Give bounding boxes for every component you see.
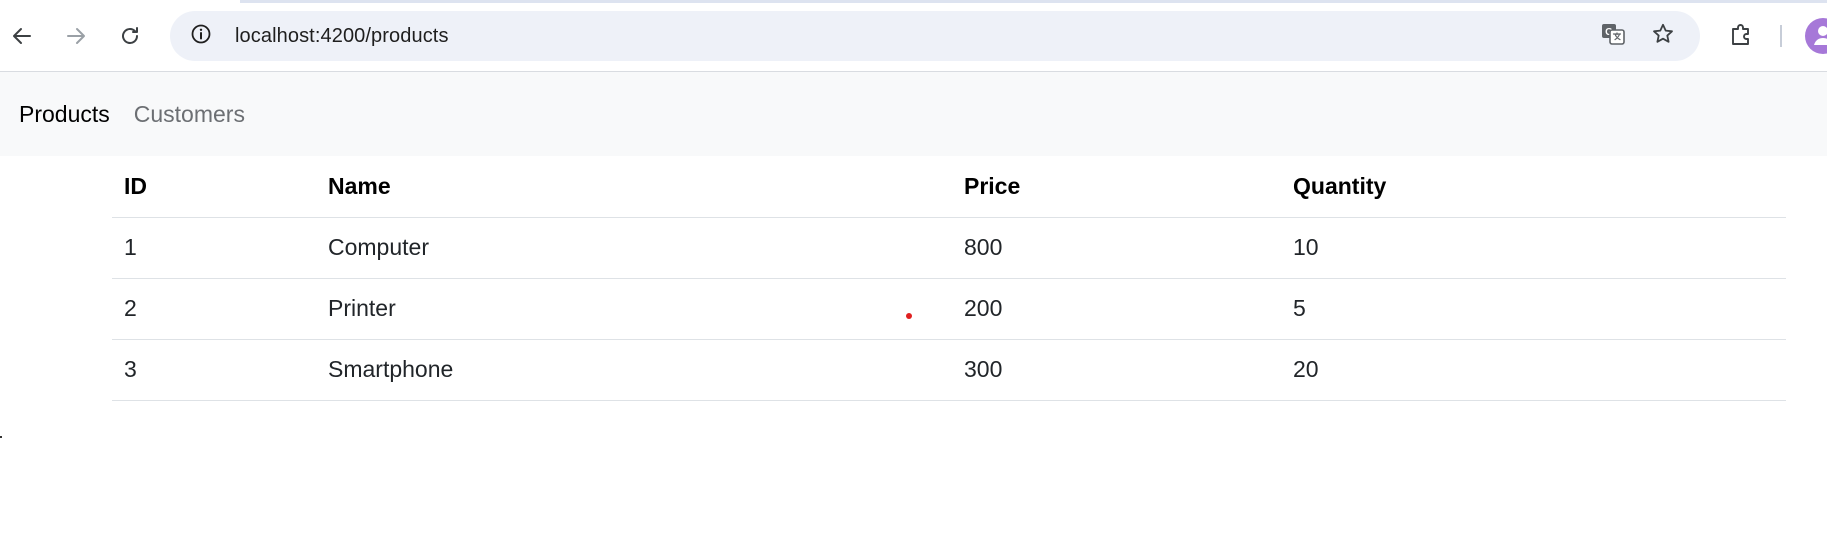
browser-toolbar: localhost:4200/products G: [0, 0, 1827, 72]
star-icon: [1651, 22, 1675, 51]
header-price: Price: [952, 156, 1281, 218]
nav-link-products[interactable]: Products: [19, 101, 110, 128]
url-text[interactable]: localhost:4200/products: [235, 25, 449, 48]
cell-id: 1: [112, 217, 316, 279]
cell-quantity: 10: [1281, 217, 1786, 279]
cell-price: 800: [952, 217, 1281, 279]
table-row: 1 Computer 800 10: [112, 217, 1786, 279]
toolbar-divider: [1780, 25, 1782, 47]
table-header-row: ID Name Price Quantity: [112, 156, 1786, 218]
cursor-dot: [906, 313, 912, 319]
profile-button[interactable]: [1805, 18, 1827, 54]
cell-name: Computer: [316, 217, 952, 279]
back-button[interactable]: [4, 18, 40, 54]
reload-button[interactable]: [112, 18, 148, 54]
arrow-left-icon: [10, 24, 34, 48]
table-row: 2 Printer 200 5: [112, 278, 1786, 340]
main-content: ID Name Price Quantity 1 Computer 800 10…: [0, 156, 1827, 541]
extensions-button[interactable]: [1724, 18, 1760, 54]
translate-button[interactable]: G: [1596, 19, 1630, 53]
cell-price: 300: [952, 339, 1281, 401]
stray-pixel-mark: [0, 436, 2, 438]
cell-quantity: 5: [1281, 278, 1786, 340]
products-table: ID Name Price Quantity 1 Computer 800 10…: [112, 156, 1786, 401]
reload-icon: [118, 24, 142, 48]
tab-strip-edge: [0, 0, 1827, 3]
cell-quantity: 20: [1281, 339, 1786, 401]
translate-icon: G: [1600, 21, 1626, 52]
nav-link-customers[interactable]: Customers: [134, 101, 245, 128]
arrow-right-icon: [64, 24, 88, 48]
header-name: Name: [316, 156, 952, 218]
puzzle-icon: [1729, 21, 1755, 52]
forward-button[interactable]: [58, 18, 94, 54]
cell-name: Printer: [316, 278, 952, 340]
cell-id: 3: [112, 339, 316, 401]
cell-price: 200: [952, 278, 1281, 340]
table-row: 3 Smartphone 300 20: [112, 339, 1786, 401]
app-navbar: Products Customers: [0, 72, 1827, 156]
avatar-icon: [1809, 20, 1827, 53]
header-id: ID: [112, 156, 316, 218]
bookmark-button[interactable]: [1646, 19, 1680, 53]
site-info-button[interactable]: [182, 17, 220, 55]
cell-name: Smartphone: [316, 339, 952, 401]
active-tab-edge: [0, 0, 240, 3]
header-quantity: Quantity: [1281, 156, 1786, 218]
address-bar[interactable]: localhost:4200/products G: [170, 11, 1700, 61]
cell-id: 2: [112, 278, 316, 340]
info-circle-icon: [190, 23, 212, 50]
